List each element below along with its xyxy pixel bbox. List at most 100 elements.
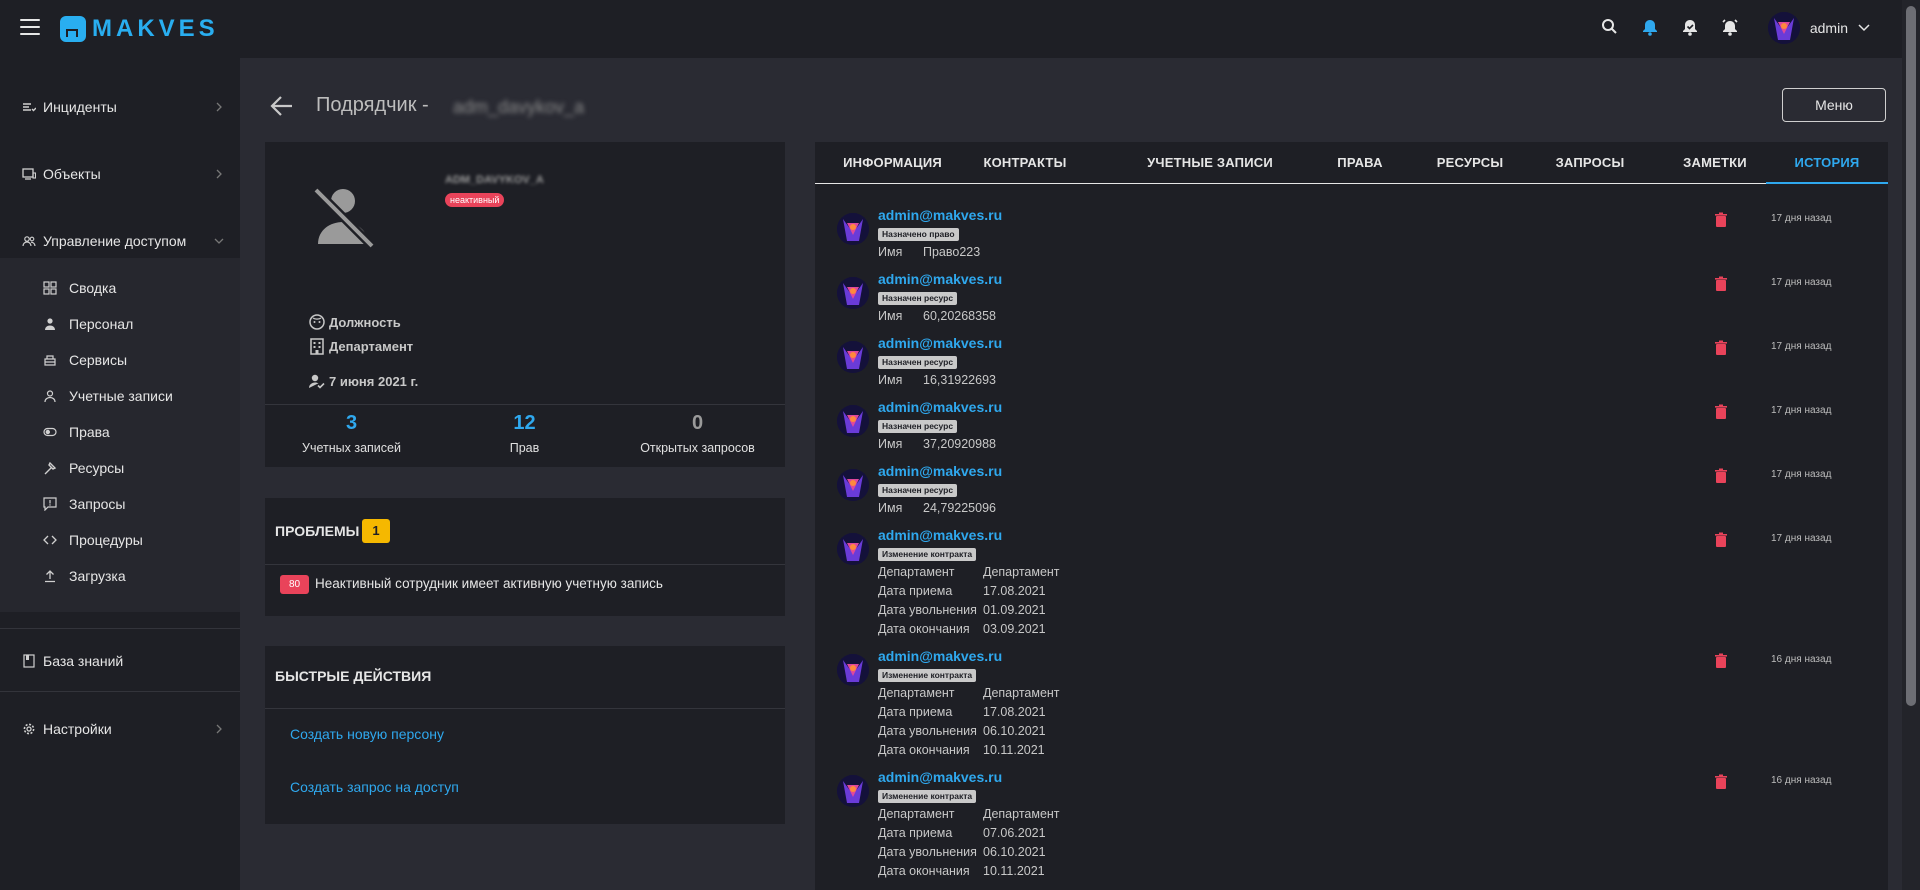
sidebar-item-access-management[interactable]: Управление доступом [0, 221, 240, 261]
stat-value: 12 [513, 412, 536, 434]
event-author[interactable]: admin@makves.ru [878, 399, 1002, 415]
event-field-value: 10.11.2021 [983, 864, 1045, 878]
sidebar-item-label: Управление доступом [43, 233, 187, 249]
create-request-link[interactable]: Создать запрос на доступ [290, 779, 459, 795]
bell-check-icon[interactable] [1680, 17, 1700, 37]
tab-requests[interactable]: ЗАПРОСЫ [1535, 142, 1645, 184]
tab-resources[interactable]: РЕСУРСЫ [1415, 142, 1525, 184]
sidebar-item-personnel[interactable]: Персонал [0, 306, 240, 342]
event-field-label: Дата увольнения [878, 724, 977, 738]
sidebar-item-rights[interactable]: Права [0, 414, 240, 450]
event-time: 17 дня назад [1771, 277, 1832, 288]
problems-title: ПРОБЛЕМЫ [275, 523, 360, 539]
date-row: 7 июня 2021 г. [308, 372, 418, 390]
delete-trash-icon[interactable] [1714, 468, 1728, 484]
top-icons [1600, 17, 1740, 37]
tab-accounts[interactable]: УЧЕТНЫЕ ЗАПИСИ [1115, 142, 1305, 184]
stat-value: 0 [691, 412, 704, 434]
stat-rights[interactable]: 12 Прав [438, 412, 611, 455]
logo[interactable]: MAKVES [60, 14, 219, 44]
tab-contracts[interactable]: КОНТРАКТЫ [970, 142, 1080, 184]
people-icon [22, 236, 36, 247]
alarm-icon[interactable] [1720, 17, 1740, 37]
search-icon[interactable] [1600, 17, 1620, 37]
delete-trash-icon[interactable] [1714, 404, 1728, 420]
user-menu[interactable]: admin [1767, 12, 1870, 44]
toggle-icon [43, 427, 57, 437]
create-person-link[interactable]: Создать новую персону [290, 726, 444, 742]
sidebar-item-upload[interactable]: Загрузка [0, 558, 240, 594]
sidebar-item-procedures[interactable]: Процедуры [0, 522, 240, 558]
history-event: admin@makves.ru Назначено право Имя Право22… [815, 207, 1888, 269]
history-event: admin@makves.ru Назначен ресурс Имя 24,7922… [815, 463, 1888, 525]
history-event: admin@makves.ru Изменение контракта Департ… [815, 648, 1888, 763]
sidebar-item-incidents[interactable]: Инциденты [0, 87, 240, 127]
menu-button[interactable]: Меню [1782, 88, 1886, 122]
event-field-value: 60,20268358 [923, 309, 996, 323]
bell-icon[interactable] [1640, 17, 1660, 37]
stat-label: Учетных записей [302, 441, 401, 455]
delete-trash-icon[interactable] [1714, 532, 1728, 548]
sidebar-item-accounts[interactable]: Учетные записи [0, 378, 240, 414]
event-type-badge: Назначен ресурс [878, 356, 958, 369]
event-field-label: Дата увольнения [878, 603, 977, 617]
avatar [837, 775, 869, 807]
sidebar-item-knowledge-base[interactable]: База знаний [0, 641, 240, 681]
event-author[interactable]: admin@makves.ru [878, 463, 1002, 479]
delete-trash-icon[interactable] [1714, 653, 1728, 669]
tab-rights[interactable]: ПРАВА [1315, 142, 1405, 184]
sidebar-item-services[interactable]: Сервисы [0, 342, 240, 378]
page-title: Подрядчик - [316, 94, 429, 116]
delete-trash-icon[interactable] [1714, 276, 1728, 292]
event-author[interactable]: admin@makves.ru [878, 769, 1002, 785]
gear-icon [23, 723, 35, 735]
card-divider [265, 564, 785, 565]
event-author[interactable]: admin@makves.ru [878, 207, 1002, 223]
stat-accounts[interactable]: 3 Учетных записей [265, 412, 438, 455]
delete-trash-icon[interactable] [1714, 774, 1728, 790]
problems-card: ПРОБЛЕМЫ 80 Неактивный сотрудник имеет а… [265, 498, 785, 616]
event-field-label: Департамент [878, 686, 955, 700]
back-arrow-icon[interactable] [270, 95, 294, 117]
sidebar-item-requests[interactable]: Запросы [0, 486, 240, 522]
tab-information[interactable]: ИНФОРМАЦИЯ [815, 142, 970, 184]
event-author[interactable]: admin@makves.ru [878, 271, 1002, 287]
tab-history[interactable]: ИСТОРИЯ [1766, 142, 1888, 184]
event-type-badge: Изменение контракта [878, 790, 977, 803]
event-type-badge: Назначен ресурс [878, 484, 958, 497]
event-type-badge: Назначен ресурс [878, 420, 958, 433]
logo-text: MAKVES [92, 15, 219, 42]
event-author[interactable]: admin@makves.ru [878, 335, 1002, 351]
sidebar: Инциденты Объекты Управление доступом Св… [0, 58, 240, 890]
sidebar-item-settings[interactable]: Настройки [0, 709, 240, 749]
severity-badge: 80 [280, 575, 309, 594]
problem-text[interactable]: Неактивный сотрудник имеет активную учет… [315, 576, 663, 591]
hamburger-menu-icon[interactable] [20, 19, 40, 37]
incidents-icon [23, 103, 36, 112]
event-field-label: Имя [878, 437, 903, 451]
delete-trash-icon[interactable] [1714, 212, 1728, 228]
page-scrollbar[interactable] [1902, 0, 1920, 890]
event-field-label: Департамент [878, 565, 955, 579]
created-date: 7 июня 2021 г. [329, 373, 419, 389]
event-author[interactable]: admin@makves.ru [878, 648, 1002, 664]
avatar [1767, 12, 1800, 44]
login-blurred: ADM_DAVYKOV_A [445, 174, 544, 186]
sidebar-divider [0, 628, 240, 629]
event-author[interactable]: admin@makves.ru [878, 527, 1002, 543]
history-event: admin@makves.ru Назначен ресурс Имя 37,2092… [815, 399, 1888, 461]
building-icon [310, 338, 324, 355]
tab-notes[interactable]: ЗАМЕТКИ [1660, 142, 1770, 184]
stat-open-requests[interactable]: 0 Открытых запросов [611, 412, 784, 455]
sidebar-item-objects[interactable]: Объекты [0, 154, 240, 194]
feedback-icon [43, 497, 57, 511]
delete-trash-icon[interactable] [1714, 340, 1728, 356]
sidebar-item-label: Запросы [69, 496, 126, 512]
sidebar-item-resources[interactable]: Ресурсы [0, 450, 240, 486]
scrollbar-thumb[interactable] [1906, 6, 1916, 706]
event-field-label: Имя [878, 501, 903, 515]
sidebar-item-summary[interactable]: Сводка [0, 270, 240, 306]
event-field-label: Имя [878, 245, 903, 259]
top-bar: MAKVES admin [0, 0, 1920, 58]
avatar [837, 405, 869, 437]
